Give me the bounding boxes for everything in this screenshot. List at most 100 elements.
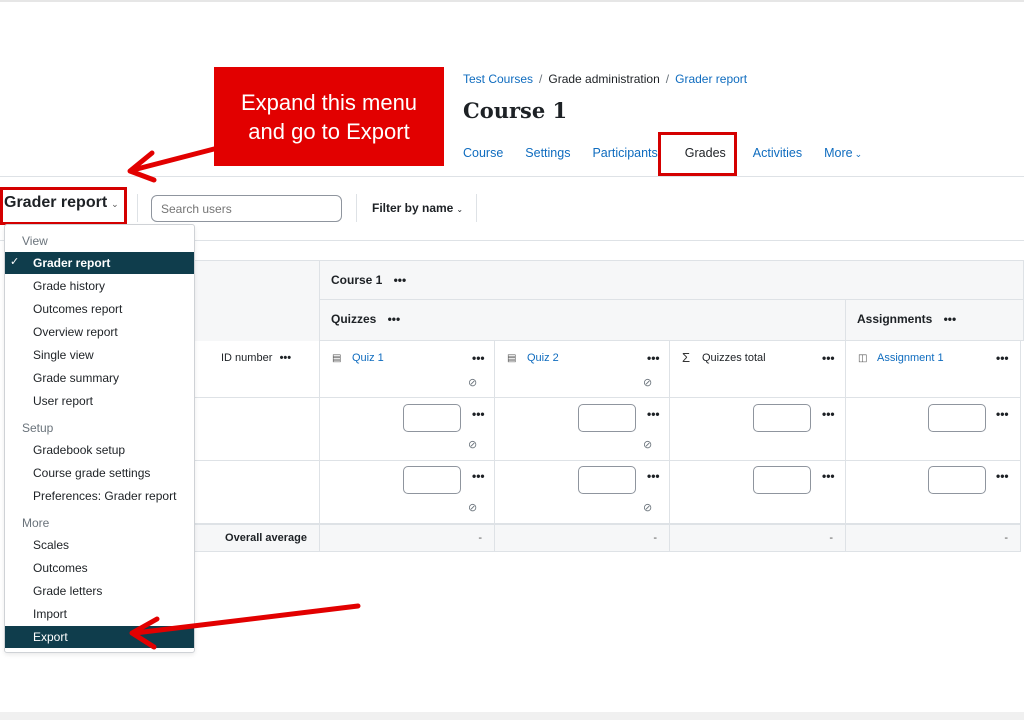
tab-more[interactable]: More ⌄ xyxy=(813,142,873,166)
tab-participants[interactable]: Participants xyxy=(581,142,668,166)
grade-input[interactable] xyxy=(928,404,986,432)
grade-input[interactable] xyxy=(403,466,461,494)
overall-average-label: Overall average xyxy=(225,532,307,544)
breadcrumb-test-courses[interactable]: Test Courses xyxy=(463,72,533,86)
hidden-eye-icon: ⊘ xyxy=(468,502,478,514)
grade-cell: ••• ⊘ xyxy=(495,398,670,461)
toolbar-separator xyxy=(356,194,357,222)
assignment-icon: ◫ xyxy=(858,353,868,364)
menu-item-outcomes-report[interactable]: Outcomes report xyxy=(5,298,194,320)
overall-average-cell: - xyxy=(320,524,495,552)
sigma-icon: Σ xyxy=(682,350,691,365)
chevron-down-icon: ⌄ xyxy=(456,205,464,214)
report-selector-menu: View ✓ Grader report Grade history Outcom… xyxy=(4,224,195,653)
grade-input[interactable] xyxy=(928,466,986,494)
quizzes-total-label: Quizzes total xyxy=(702,352,766,364)
menu-item-scales[interactable]: Scales xyxy=(5,534,194,556)
assignments-category-label: Assignments xyxy=(857,312,933,326)
chevron-down-icon: ⌄ xyxy=(854,149,863,159)
menu-item-grade-letters[interactable]: Grade letters xyxy=(5,580,194,602)
grade-cell: ••• xyxy=(670,461,846,524)
quiz-2-header: ▤ Quiz 2 ••• ⊘ xyxy=(495,341,670,398)
filter-by-name-label: Filter by name xyxy=(372,201,454,215)
page-title: Course 1 xyxy=(463,98,568,123)
assignment-1-actions-icon[interactable]: ••• xyxy=(996,351,1009,365)
grader-report-table: Course 1 ••• Quizzes ••• Assignments •••… xyxy=(195,260,1024,552)
average-value: - xyxy=(653,532,657,544)
assignments-category-actions-icon[interactable]: ••• xyxy=(944,312,957,326)
report-selector-highlight-box xyxy=(0,187,127,225)
menu-item-import[interactable]: Import xyxy=(5,603,194,625)
search-users-input[interactable] xyxy=(151,195,342,222)
overall-average-cell: - xyxy=(846,524,1021,552)
breadcrumb-grade-administration[interactable]: Grade administration xyxy=(548,72,659,86)
average-value: - xyxy=(1004,532,1008,544)
quizzes-total-actions-icon[interactable]: ••• xyxy=(822,351,835,365)
overall-average-label-cell: Overall average xyxy=(195,524,320,552)
quiz-icon: ▤ xyxy=(507,353,517,364)
hidden-eye-icon: ⊘ xyxy=(643,439,653,451)
filter-by-name-dropdown[interactable]: Filter by name ⌄ xyxy=(372,201,463,215)
average-value: - xyxy=(829,532,833,544)
breadcrumb-separator: / xyxy=(539,72,543,86)
menu-item-grader-report[interactable]: ✓ Grader report xyxy=(5,252,194,274)
quiz-1-actions-icon[interactable]: ••• xyxy=(472,351,485,365)
tab-settings[interactable]: Settings xyxy=(514,142,581,166)
menu-item-grade-history[interactable]: Grade history xyxy=(5,275,194,297)
bottom-border xyxy=(0,712,1024,720)
grade-input[interactable] xyxy=(403,404,461,432)
cell-actions-icon[interactable]: ••• xyxy=(822,407,835,421)
hidden-eye-icon: ⊘ xyxy=(643,502,653,514)
grade-cell: ••• xyxy=(670,398,846,461)
tab-more-label: More xyxy=(824,146,853,160)
grade-input[interactable] xyxy=(753,404,811,432)
hidden-eye-icon: ⊘ xyxy=(468,439,478,451)
hidden-eye-icon: ⊘ xyxy=(468,377,478,389)
grade-input[interactable] xyxy=(753,466,811,494)
menu-item-grade-summary[interactable]: Grade summary xyxy=(5,367,194,389)
menu-item-user-report[interactable]: User report xyxy=(5,390,194,412)
grade-input[interactable] xyxy=(578,466,636,494)
cell-actions-icon[interactable]: ••• xyxy=(996,469,1009,483)
toolbar-separator xyxy=(137,194,138,222)
breadcrumb-grader-report[interactable]: Grader report xyxy=(675,72,747,86)
menu-item-outcomes[interactable]: Outcomes xyxy=(5,557,194,579)
menu-item-preferences-grader-report[interactable]: Preferences: Grader report xyxy=(5,485,194,507)
cell-actions-icon[interactable]: ••• xyxy=(647,469,660,483)
id-number-actions-icon[interactable]: ••• xyxy=(280,352,292,364)
quizzes-category-label: Quizzes xyxy=(331,312,377,326)
overall-average-cell: - xyxy=(670,524,846,552)
cell-actions-icon[interactable]: ••• xyxy=(647,407,660,421)
instruction-callout: Expand this menu and go to Export xyxy=(214,67,444,166)
hidden-eye-icon: ⊘ xyxy=(643,377,653,389)
quizzes-category-actions-icon[interactable]: ••• xyxy=(388,312,401,326)
course-category-actions-icon[interactable]: ••• xyxy=(394,273,407,287)
cell-actions-icon[interactable]: ••• xyxy=(822,469,835,483)
quiz-2-actions-icon[interactable]: ••• xyxy=(647,351,660,365)
menu-item-single-view[interactable]: Single view xyxy=(5,344,194,366)
menu-item-course-grade-settings[interactable]: Course grade settings xyxy=(5,462,194,484)
overall-average-cell: - xyxy=(495,524,670,552)
menu-item-overview-report[interactable]: Overview report xyxy=(5,321,194,343)
average-value: - xyxy=(478,532,482,544)
tab-course[interactable]: Course xyxy=(452,142,514,166)
grade-input[interactable] xyxy=(578,404,636,432)
breadcrumb-separator: / xyxy=(665,72,670,86)
cell-actions-icon[interactable]: ••• xyxy=(472,469,485,483)
callout-line-2: and go to Export xyxy=(248,119,410,144)
menu-item-gradebook-setup[interactable]: Gradebook setup xyxy=(5,439,194,461)
course-category-label: Course 1 xyxy=(331,273,383,287)
id-number-cell xyxy=(195,461,320,524)
assignment-1-link[interactable]: Assignment 1 xyxy=(877,352,944,364)
grade-cell: ••• xyxy=(846,461,1021,524)
quiz-1-link[interactable]: Quiz 1 xyxy=(352,352,384,364)
menu-item-export[interactable]: Export xyxy=(5,626,194,648)
tab-activities[interactable]: Activities xyxy=(742,142,813,166)
id-number-cell xyxy=(195,398,320,461)
cell-actions-icon[interactable]: ••• xyxy=(472,407,485,421)
breadcrumb: Test Courses / Grade administration / Grader… xyxy=(463,72,747,86)
course-category-header: Course 1 ••• xyxy=(320,260,1024,300)
quizzes-category-header: Quizzes ••• xyxy=(320,300,846,341)
quiz-2-link[interactable]: Quiz 2 xyxy=(527,352,559,364)
cell-actions-icon[interactable]: ••• xyxy=(996,407,1009,421)
